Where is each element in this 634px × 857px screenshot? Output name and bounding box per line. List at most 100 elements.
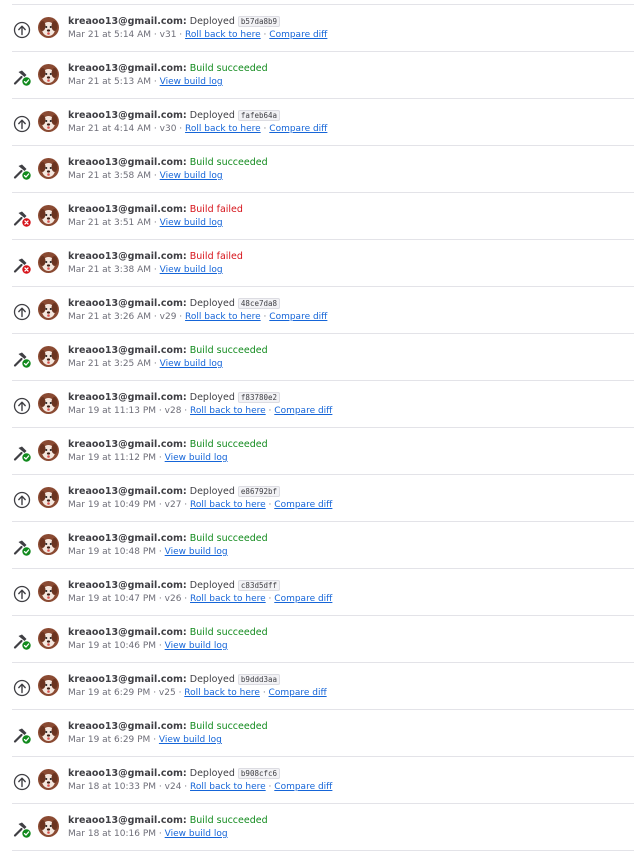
- activity-status: Build succeeded: [189, 815, 268, 826]
- compare-diff-link[interactable]: Compare diff: [274, 594, 332, 604]
- compare-diff-link[interactable]: Compare diff: [274, 406, 332, 416]
- view-build-log-link[interactable]: View build log: [165, 641, 228, 651]
- user-email: kreaoo13@gmail.com:: [68, 16, 187, 27]
- build-success-icon: [12, 443, 32, 463]
- rollback-link[interactable]: Roll back to here: [190, 782, 266, 792]
- compare-diff-link[interactable]: Compare diff: [274, 500, 332, 510]
- activity-timestamp: Mar 18 at 10:16 PM: [68, 829, 157, 839]
- build-success-icon: [12, 161, 32, 181]
- user-email: kreaoo13@gmail.com:: [68, 110, 187, 121]
- release-version: v27: [164, 500, 182, 510]
- activity-text: kreaoo13@gmail.com: Build failed Mar 21 a…: [68, 251, 243, 275]
- view-build-log-link[interactable]: View build log: [160, 77, 223, 87]
- activity-timestamp: Mar 19 at 6:29 PM: [68, 735, 151, 745]
- view-build-log-link[interactable]: View build log: [165, 547, 228, 557]
- activity-row: kreaoo13@gmail.com: Deployed b57da8b9 Mar…: [12, 5, 634, 52]
- view-build-log-link[interactable]: View build log: [160, 359, 223, 369]
- activity-status: Deployed: [189, 580, 235, 591]
- activity-text: kreaoo13@gmail.com: Build succeeded Mar 2…: [68, 157, 268, 181]
- activity-timestamp: Mar 21 at 3:51 AM: [68, 218, 152, 228]
- release-version: v26: [164, 594, 182, 604]
- rollback-link[interactable]: Roll back to here: [185, 124, 261, 134]
- deploy-icon: [12, 396, 32, 416]
- activity-timestamp: Mar 18 at 10:33 PM: [68, 782, 157, 792]
- commit-hash: fafeb64a: [237, 110, 281, 121]
- avatar: [38, 299, 59, 320]
- build-success-icon: [12, 67, 32, 87]
- activity-text: kreaoo13@gmail.com: Deployed c83d5dff Mar…: [68, 580, 333, 604]
- view-build-log-link[interactable]: View build log: [160, 171, 223, 181]
- view-build-log-link[interactable]: View build log: [160, 265, 223, 275]
- activity-row: kreaoo13@gmail.com: Build succeeded Mar 1…: [12, 804, 634, 851]
- activity-text: kreaoo13@gmail.com: Build succeeded Mar 1…: [68, 439, 268, 463]
- activity-timestamp: Mar 19 at 10:48 PM: [68, 547, 157, 557]
- deploy-icon: [12, 114, 32, 134]
- avatar: [38, 17, 59, 38]
- deploy-icon: [12, 302, 32, 322]
- activity-status: Build succeeded: [189, 439, 268, 450]
- activity-timestamp: Mar 21 at 3:25 AM: [68, 359, 152, 369]
- avatar: [38, 64, 59, 85]
- user-email: kreaoo13@gmail.com:: [68, 674, 187, 685]
- rollback-link[interactable]: Roll back to here: [185, 312, 261, 322]
- view-build-log-link[interactable]: View build log: [165, 453, 228, 463]
- user-email: kreaoo13@gmail.com:: [68, 580, 187, 591]
- activity-text: kreaoo13@gmail.com: Deployed f83780e2 Mar…: [68, 392, 333, 416]
- avatar: [38, 346, 59, 367]
- user-email: kreaoo13@gmail.com:: [68, 815, 187, 826]
- compare-diff-link[interactable]: Compare diff: [269, 312, 327, 322]
- activity-status: Deployed: [189, 674, 235, 685]
- rollback-link[interactable]: Roll back to here: [190, 500, 266, 510]
- view-build-log-link[interactable]: View build log: [159, 735, 222, 745]
- build-success-icon: [12, 725, 32, 745]
- view-build-log-link[interactable]: View build log: [160, 218, 223, 228]
- user-email: kreaoo13@gmail.com:: [68, 439, 187, 450]
- activity-status: Build succeeded: [189, 627, 268, 638]
- release-version: v31: [159, 30, 177, 40]
- release-version: v29: [159, 312, 177, 322]
- activity-row: kreaoo13@gmail.com: Deployed c83d5dff Mar…: [12, 569, 634, 616]
- build-success-icon: [12, 537, 32, 557]
- deploy-icon: [12, 678, 32, 698]
- deploy-icon: [12, 584, 32, 604]
- compare-diff-link[interactable]: Compare diff: [269, 688, 327, 698]
- activity-row: kreaoo13@gmail.com: Build succeeded Mar 2…: [12, 334, 634, 381]
- user-email: kreaoo13@gmail.com:: [68, 768, 187, 779]
- avatar: [38, 628, 59, 649]
- activity-status: Build succeeded: [189, 721, 268, 732]
- avatar: [38, 252, 59, 273]
- compare-diff-link[interactable]: Compare diff: [274, 782, 332, 792]
- activity-timestamp: Mar 19 at 10:46 PM: [68, 641, 157, 651]
- deploy-icon: [12, 20, 32, 40]
- activity-status: Build succeeded: [189, 157, 268, 168]
- activity-status: Build succeeded: [189, 533, 268, 544]
- rollback-link[interactable]: Roll back to here: [190, 406, 266, 416]
- activity-row: kreaoo13@gmail.com: Deployed 48ce7da8 Mar…: [12, 287, 634, 334]
- avatar: [38, 816, 59, 837]
- activity-text: kreaoo13@gmail.com: Deployed fafeb64a Mar…: [68, 110, 328, 134]
- rollback-link[interactable]: Roll back to here: [185, 30, 261, 40]
- build-success-icon: [12, 819, 32, 839]
- activity-row: kreaoo13@gmail.com: Deployed b9ddd3aa Mar…: [12, 663, 634, 710]
- commit-hash: b9ddd3aa: [237, 674, 281, 685]
- rollback-link[interactable]: Roll back to here: [184, 688, 260, 698]
- avatar: [38, 581, 59, 602]
- view-build-log-link[interactable]: View build log: [165, 829, 228, 839]
- activity-text: kreaoo13@gmail.com: Deployed e86792bf Mar…: [68, 486, 333, 510]
- activity-row: kreaoo13@gmail.com: Build succeeded Mar 2…: [12, 146, 634, 193]
- avatar: [38, 393, 59, 414]
- rollback-link[interactable]: Roll back to here: [190, 594, 266, 604]
- activity-status: Deployed: [189, 768, 235, 779]
- activity-row: kreaoo13@gmail.com: Build succeeded Mar 2…: [12, 52, 634, 99]
- user-email: kreaoo13@gmail.com:: [68, 721, 187, 732]
- user-email: kreaoo13@gmail.com:: [68, 533, 187, 544]
- user-email: kreaoo13@gmail.com:: [68, 157, 187, 168]
- activity-timestamp: Mar 21 at 4:14 AM: [68, 124, 152, 134]
- build-success-icon: [12, 349, 32, 369]
- compare-diff-link[interactable]: Compare diff: [269, 30, 327, 40]
- activity-text: kreaoo13@gmail.com: Build succeeded Mar 2…: [68, 345, 268, 369]
- release-version: v28: [164, 406, 182, 416]
- activity-status: Build failed: [189, 251, 243, 262]
- avatar: [38, 534, 59, 555]
- compare-diff-link[interactable]: Compare diff: [269, 124, 327, 134]
